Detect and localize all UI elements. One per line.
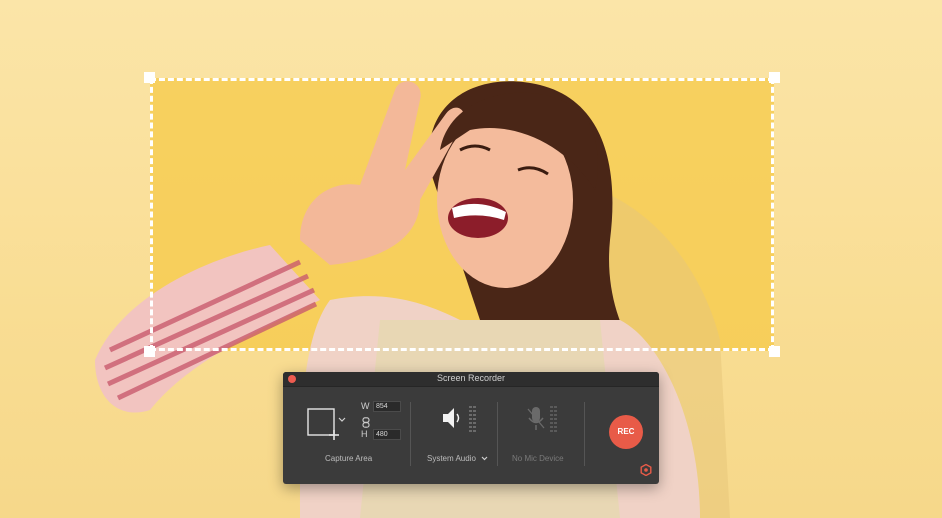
title-bar[interactable]: Screen Recorder xyxy=(283,372,659,387)
system-audio-level-meter xyxy=(469,406,476,432)
resize-handle-bottom-right[interactable] xyxy=(769,346,780,357)
window-title: Screen Recorder xyxy=(436,373,506,383)
divider xyxy=(584,402,585,466)
microphone-icon[interactable] xyxy=(526,406,546,434)
resize-handle-bottom-left[interactable] xyxy=(144,346,155,357)
capture-area-label: Capture Area xyxy=(325,454,373,463)
width-row: W 854 xyxy=(361,401,401,413)
system-audio-section: System Audio xyxy=(411,386,497,484)
width-input[interactable]: 854 xyxy=(373,401,401,412)
screen-recorder-window: Screen Recorder W 854 H 480 Capture Area xyxy=(283,372,659,484)
height-input[interactable]: 480 xyxy=(373,429,401,440)
rec-button[interactable]: REC xyxy=(609,415,643,449)
chevron-down-icon[interactable] xyxy=(481,456,488,461)
link-icon[interactable] xyxy=(362,417,370,428)
capture-area-icon[interactable] xyxy=(307,408,345,440)
capture-area-section: W 854 H 480 Capture Area xyxy=(283,386,410,484)
resize-handle-top-right[interactable] xyxy=(769,72,780,83)
width-letter: W xyxy=(361,401,370,411)
height-row: H 480 xyxy=(361,429,401,441)
resize-handle-top-left[interactable] xyxy=(144,72,155,83)
height-letter: H xyxy=(361,429,368,439)
capture-selection-frame[interactable] xyxy=(150,78,774,351)
settings-icon[interactable] xyxy=(640,464,652,476)
chevron-down-icon[interactable] xyxy=(338,417,346,423)
microphone-section: No Mic Device xyxy=(498,386,584,484)
mic-device-label: No Mic Device xyxy=(512,454,564,463)
speaker-icon[interactable] xyxy=(441,406,463,430)
mic-level-meter xyxy=(550,406,557,432)
system-audio-label[interactable]: System Audio xyxy=(427,454,476,463)
